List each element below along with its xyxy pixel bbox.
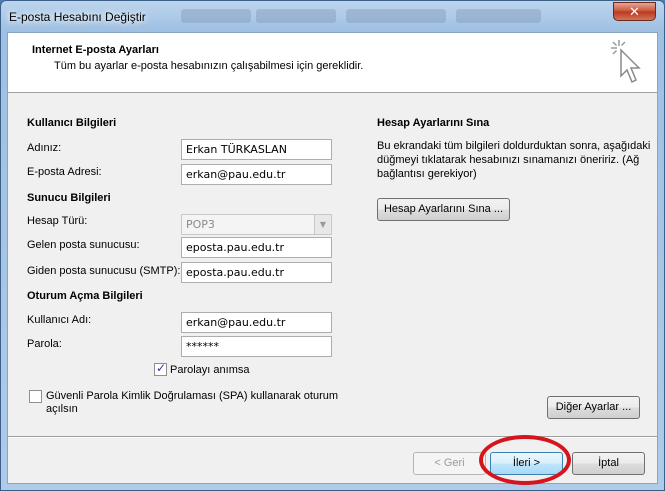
email-label: E-posta Adresi: [27, 166, 102, 178]
back-button[interactable]: < Geri [413, 452, 486, 475]
header-title: Internet E-posta Ayarları [32, 44, 159, 56]
dialog-window: E-posta Hesabını Değiştir ✕ Internet E-p… [0, 0, 665, 491]
account-type-label: Hesap Türü: [27, 215, 88, 227]
cursor-click-icon [611, 40, 641, 84]
account-type-select: POP3 ▼ [181, 214, 332, 235]
background-blur [181, 9, 251, 23]
background-blur [256, 9, 336, 23]
dialog-content: Internet E-posta Ayarları Tüm bu ayarlar… [7, 32, 658, 484]
name-label: Adınız: [27, 142, 62, 154]
test-settings-heading: Hesap Ayarlarını Sına [377, 117, 490, 129]
user-info-heading: Kullanıcı Bilgileri [27, 117, 117, 129]
close-button[interactable]: ✕ [613, 2, 656, 21]
remember-password-checkbox[interactable] [154, 361, 167, 376]
password-field[interactable]: ****** [181, 336, 332, 357]
description-line3: bağlantısı gerekiyor) [377, 168, 477, 180]
outgoing-server-label: Giden posta sunucusu (SMTP): [27, 265, 181, 277]
username-label: Kullanıcı Adı: [27, 314, 92, 326]
password-label: Parola: [27, 338, 62, 350]
remember-password-label: Parolayı anımsa [170, 364, 250, 376]
description-line1: Bu ekrandaki tüm bilgileri doldurduktan … [377, 140, 651, 152]
account-type-value: POP3 [186, 218, 215, 231]
spa-label: Güvenli Parola Kimlik Doğrulaması (SPA) … [46, 390, 338, 416]
close-icon: ✕ [629, 3, 640, 19]
header-subtitle: Tüm bu ayarlar e-posta hesabınızın çalış… [54, 60, 364, 72]
cancel-button[interactable]: İptal [572, 452, 645, 475]
background-blur [456, 9, 541, 23]
title-bar[interactable]: E-posta Hesabını Değiştir ✕ [1, 1, 664, 33]
window-title: E-posta Hesabını Değiştir [9, 10, 146, 24]
incoming-server-field[interactable]: eposta.pau.edu.tr [181, 237, 332, 258]
spa-label-line2: açılsın [46, 403, 78, 415]
spa-checkbox[interactable] [29, 390, 42, 403]
spa-label-line1: Güvenli Parola Kimlik Doğrulaması (SPA) … [46, 390, 339, 402]
username-field[interactable]: erkan@pau.edu.tr [181, 312, 332, 333]
name-field[interactable]: Erkan TÜRKASLAN [181, 139, 332, 160]
outgoing-server-field[interactable]: eposta.pau.edu.tr [181, 262, 332, 283]
incoming-server-label: Gelen posta sunucusu: [27, 239, 140, 251]
test-settings-description: Bu ekrandaki tüm bilgileri doldurduktan … [377, 139, 650, 181]
background-blur [346, 9, 446, 23]
server-info-heading: Sunucu Bilgileri [27, 192, 111, 204]
footer-divider [8, 436, 657, 438]
highlight-circle [479, 435, 571, 485]
chevron-down-icon: ▼ [314, 215, 331, 234]
logon-info-heading: Oturum Açma Bilgileri [27, 290, 143, 302]
description-line2: düğmeyi tıklatarak hesabınızı sınamanızı… [377, 154, 640, 166]
test-account-settings-button[interactable]: Hesap Ayarlarını Sına ... [377, 198, 510, 221]
email-field[interactable]: erkan@pau.edu.tr [181, 164, 332, 185]
more-settings-button[interactable]: Diğer Ayarlar ... [547, 396, 640, 419]
header-panel: Internet E-posta Ayarları Tüm bu ayarlar… [8, 33, 657, 93]
